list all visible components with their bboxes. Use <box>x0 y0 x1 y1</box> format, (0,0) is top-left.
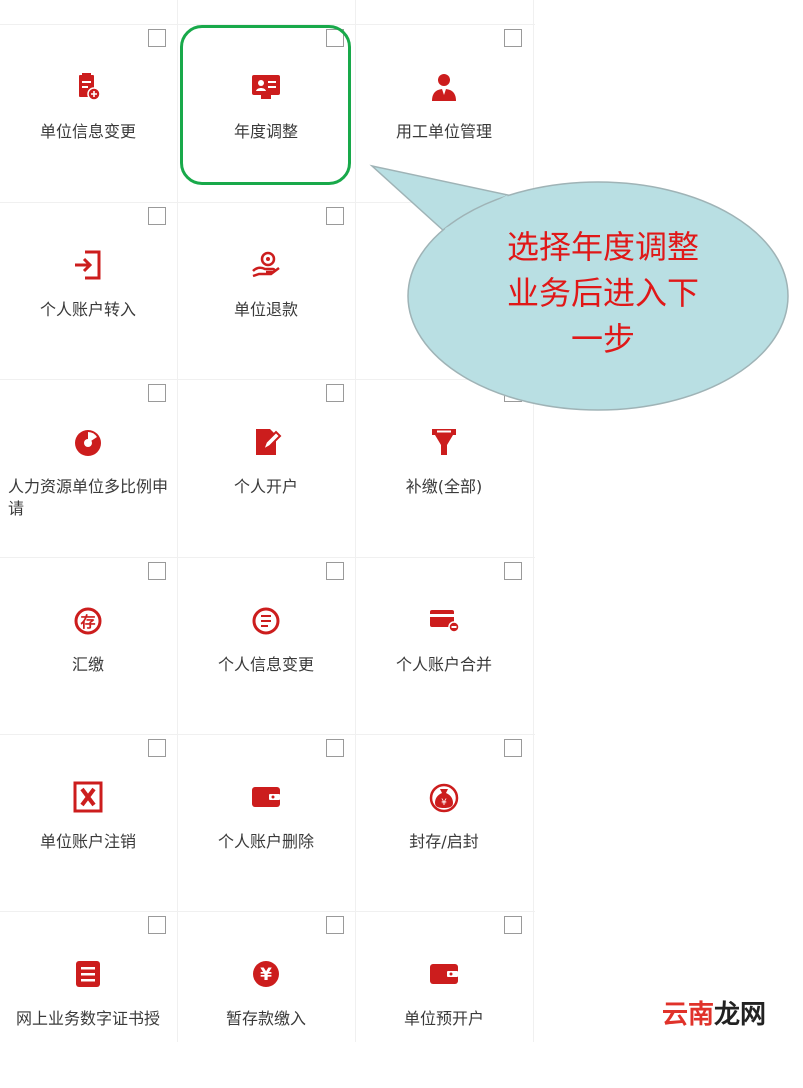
callout-bubble <box>369 164 789 411</box>
callout-line: 业务后进入下 <box>506 274 699 312</box>
watermark-logo: 云南龙网 <box>662 994 766 1031</box>
callout-line: 选择年度调整 <box>506 228 699 266</box>
callout-line: 一步 <box>570 320 635 358</box>
watermark-part2: 龙网 <box>714 1000 767 1030</box>
callout-text: 选择年度调整 业务后进入下 一步 <box>478 224 728 362</box>
watermark-part1: 云南 <box>662 1000 715 1030</box>
